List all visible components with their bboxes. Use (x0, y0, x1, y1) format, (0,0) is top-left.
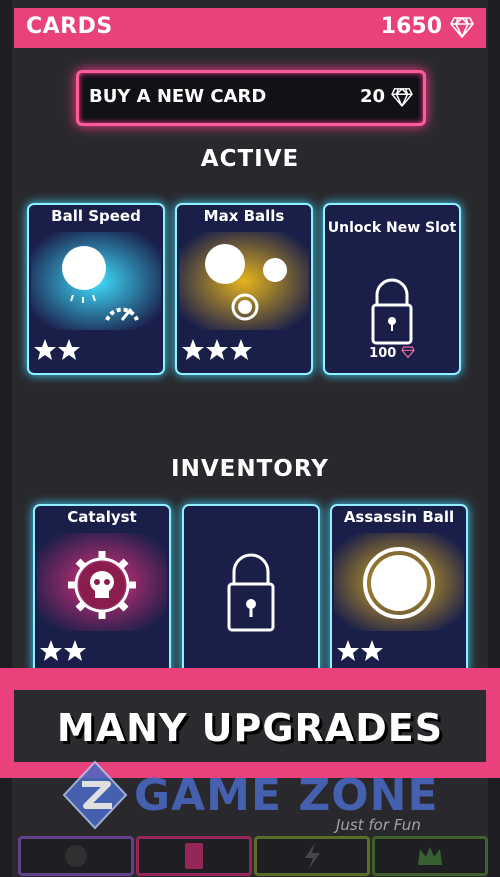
card-catalyst[interactable]: Catalyst (33, 504, 171, 676)
card-ball-speed[interactable]: Ball Speed (27, 203, 165, 375)
star-rating (181, 337, 265, 367)
gem-count: 1650 (380, 14, 442, 39)
watermark-logo: GAME ZONE Just for Fun (60, 760, 460, 840)
card-name: Catalyst (67, 508, 137, 526)
watermark-tagline: Just for Fun (336, 816, 421, 834)
gem-icon (450, 17, 474, 38)
inventory-section-title: INVENTORY (171, 456, 329, 482)
buy-new-card-label: BUY A NEW CARD (89, 86, 267, 107)
gem-icon (401, 346, 415, 359)
locked-inventory-slot[interactable] (182, 504, 320, 676)
lightning-icon (305, 843, 320, 869)
top-bar: CARDS 1650 (14, 8, 486, 48)
star-rating (39, 638, 99, 668)
card-icon (185, 843, 203, 869)
unlock-slot-label: Unlock New Slot (327, 220, 457, 236)
skull-gear-icon (37, 533, 167, 631)
unlock-price-value: 100 (369, 346, 397, 361)
tab-powerups[interactable] (254, 836, 370, 876)
max-balls-icon (179, 232, 309, 330)
ball-speed-icon (31, 232, 161, 330)
card-assassin-ball[interactable]: Assassin Ball (330, 504, 468, 676)
unlock-new-slot-button[interactable]: Unlock New Slot 100 (323, 203, 461, 375)
gem-icon (391, 88, 413, 107)
tab-balls[interactable] (18, 836, 134, 876)
lock-icon (227, 553, 275, 632)
star-rating (33, 337, 93, 367)
buy-price: 20 (359, 86, 385, 107)
tab-cards[interactable] (136, 836, 252, 876)
ring-icon (334, 533, 464, 631)
banner-text: MANY UPGRADES (56, 706, 444, 750)
watermark-word: GAME ZONE (134, 770, 439, 821)
card-name: Ball Speed (51, 207, 141, 225)
crown-icon (418, 847, 442, 865)
card-max-balls[interactable]: Max Balls (175, 203, 313, 375)
star-rating (336, 638, 396, 668)
tab-crown[interactable] (372, 836, 488, 876)
active-section-title: ACTIVE (200, 146, 300, 172)
ball-icon (65, 845, 87, 867)
unlock-slot-price: 100 (325, 346, 459, 361)
card-name: Assassin Ball (343, 508, 455, 526)
card-name: Max Balls (203, 207, 285, 225)
z-logo-icon (62, 760, 128, 830)
buy-new-card-button[interactable]: BUY A NEW CARD 20 (76, 70, 426, 126)
page-title: CARDS (26, 14, 113, 39)
bottom-tab-bar (14, 834, 488, 876)
